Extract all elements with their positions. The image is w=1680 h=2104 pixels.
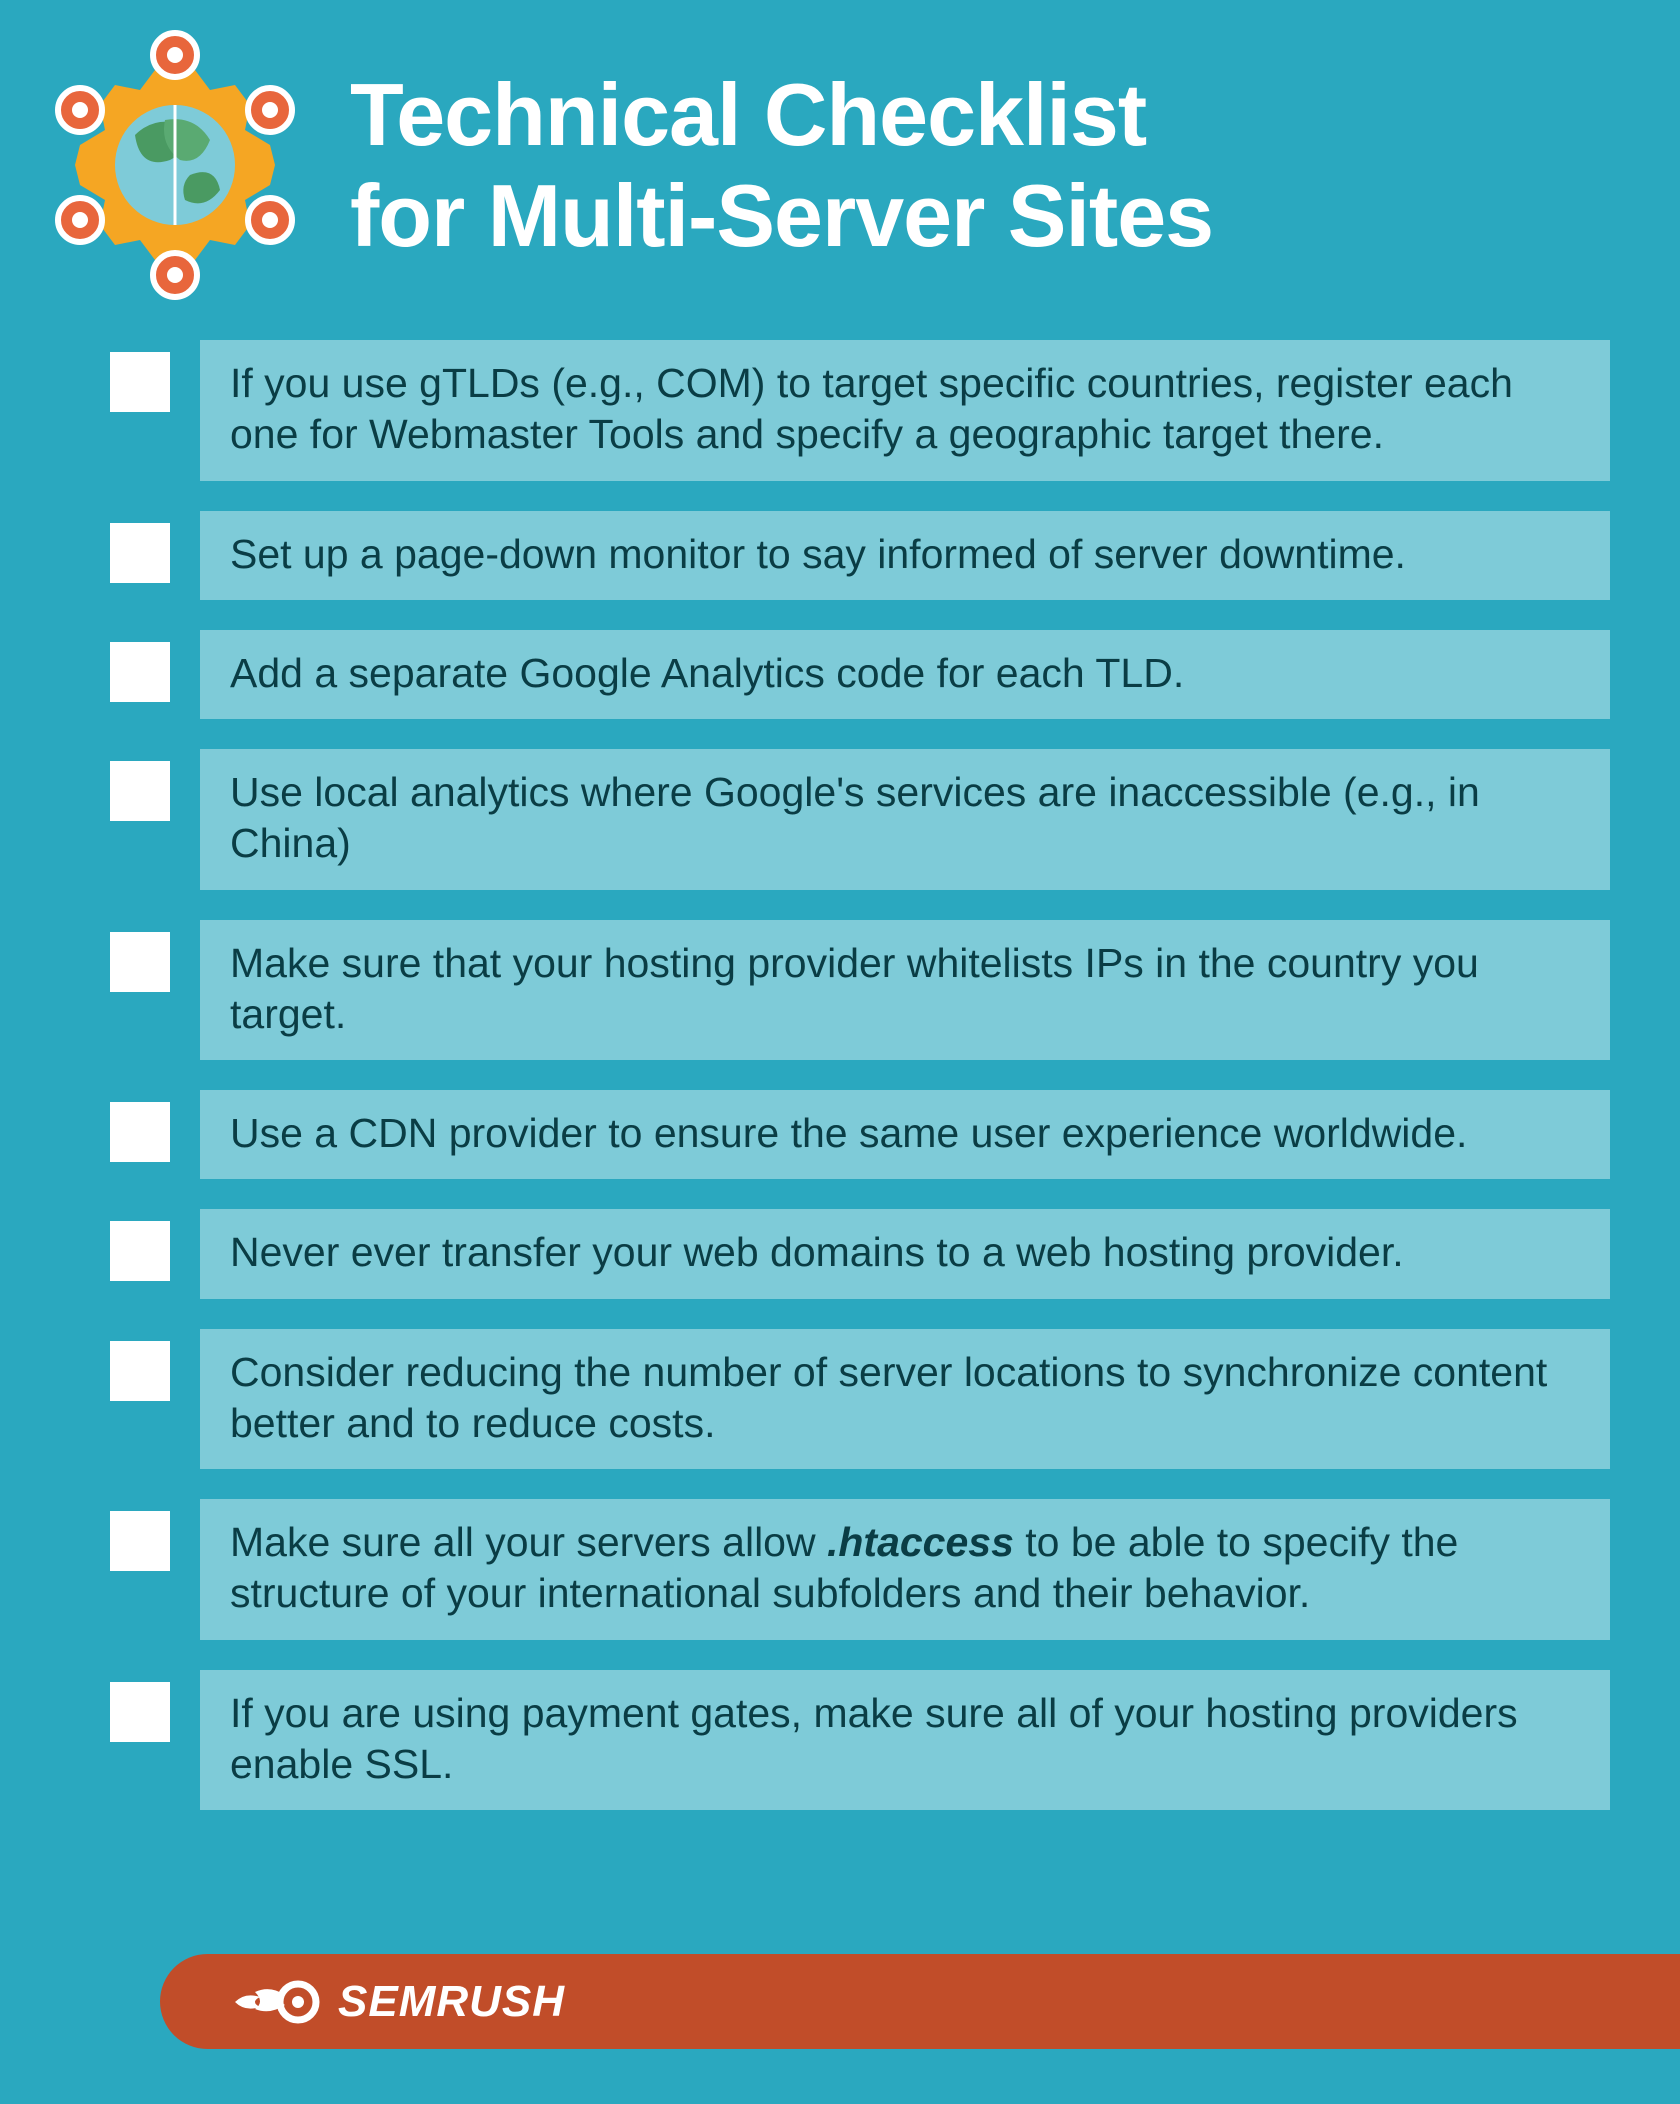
checklist-item-text: Set up a page-down monitor to say inform… bbox=[200, 511, 1610, 600]
checkbox[interactable] bbox=[110, 1511, 170, 1571]
checklist-item: If you are using payment gates, make sur… bbox=[110, 1670, 1610, 1811]
checklist-item-text: If you are using payment gates, make sur… bbox=[200, 1670, 1610, 1811]
page-title: Technical Checklist for Multi-Server Sit… bbox=[350, 64, 1213, 266]
checklist-item: Set up a page-down monitor to say inform… bbox=[110, 511, 1610, 600]
checkbox[interactable] bbox=[110, 761, 170, 821]
checklist-item-text: Make sure all your servers allow .htacce… bbox=[200, 1499, 1610, 1640]
checklist-item: Never ever transfer your web domains to … bbox=[110, 1209, 1610, 1298]
checkbox[interactable] bbox=[110, 523, 170, 583]
checklist-item-text: Make sure that your hosting provider whi… bbox=[200, 920, 1610, 1061]
checklist: If you use gTLDs (e.g., COM) to target s… bbox=[0, 340, 1680, 1810]
checklist-item: Use a CDN provider to ensure the same us… bbox=[110, 1090, 1610, 1179]
checklist-item-text: Never ever transfer your web domains to … bbox=[200, 1209, 1610, 1298]
checklist-item-text: Add a separate Google Analytics code for… bbox=[200, 630, 1610, 719]
checkbox[interactable] bbox=[110, 1682, 170, 1742]
checkbox[interactable] bbox=[110, 1221, 170, 1281]
brand-name: SEMRUSH bbox=[338, 1977, 565, 2027]
globe-gear-icon bbox=[40, 30, 310, 300]
checklist-item-text: Use local analytics where Google's servi… bbox=[200, 749, 1610, 890]
footer-bar: SEMRUSH bbox=[160, 1954, 1680, 2049]
checklist-item: Use local analytics where Google's servi… bbox=[110, 749, 1610, 890]
checklist-item-text: Use a CDN provider to ensure the same us… bbox=[200, 1090, 1610, 1179]
checklist-item: Consider reducing the number of server l… bbox=[110, 1329, 1610, 1470]
checkbox[interactable] bbox=[110, 642, 170, 702]
checkbox[interactable] bbox=[110, 932, 170, 992]
checklist-item-text: If you use gTLDs (e.g., COM) to target s… bbox=[200, 340, 1610, 481]
checklist-item-text: Consider reducing the number of server l… bbox=[200, 1329, 1610, 1470]
brand-logo: SEMRUSH bbox=[230, 1977, 565, 2027]
checkbox[interactable] bbox=[110, 1102, 170, 1162]
fireball-icon bbox=[230, 1977, 320, 2027]
checkbox[interactable] bbox=[110, 1341, 170, 1401]
header: Technical Checklist for Multi-Server Sit… bbox=[0, 0, 1680, 340]
checkbox[interactable] bbox=[110, 352, 170, 412]
checklist-item: Add a separate Google Analytics code for… bbox=[110, 630, 1610, 719]
checklist-item: If you use gTLDs (e.g., COM) to target s… bbox=[110, 340, 1610, 481]
checklist-item: Make sure all your servers allow .htacce… bbox=[110, 1499, 1610, 1640]
checklist-item: Make sure that your hosting provider whi… bbox=[110, 920, 1610, 1061]
